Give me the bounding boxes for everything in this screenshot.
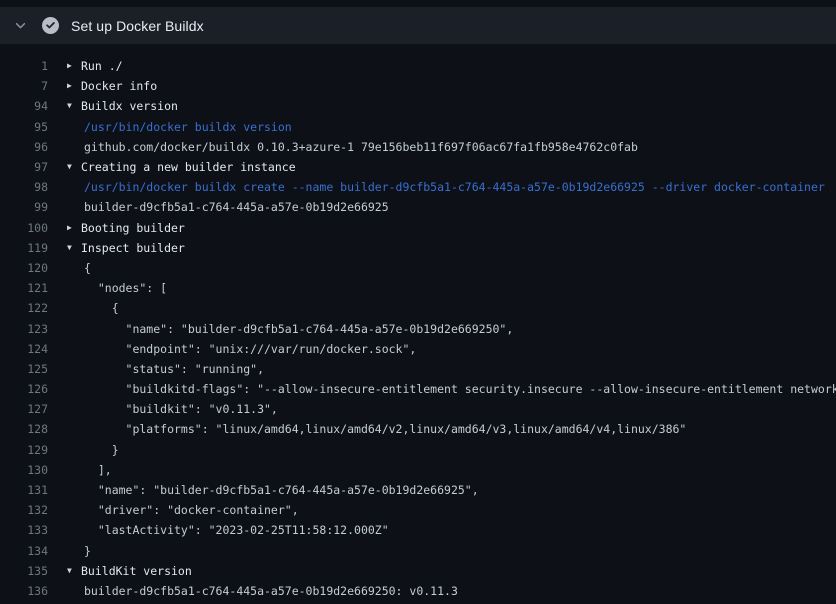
line-text: "status": "running",	[81, 362, 836, 376]
log-row: 122 {	[0, 298, 836, 318]
log-row: 136 builder-d9cfb5a1-c764-445a-a57e-0b19…	[0, 581, 836, 601]
line-text: "buildkit": "v0.11.3",	[81, 402, 836, 416]
line-text: {	[81, 261, 836, 275]
line-text: Buildx version	[81, 99, 836, 113]
line-number[interactable]: 130	[0, 463, 48, 477]
actions-log-viewer: Set up Docker Buildx 1 ▶ Run ./ 7 ▶ Dock…	[0, 0, 836, 604]
line-text: Run ./	[81, 59, 836, 73]
line-text: /usr/bin/docker buildx version	[81, 120, 836, 134]
log-row: 132 "driver": "docker-container",	[0, 500, 836, 520]
line-text: github.com/docker/buildx 0.10.3+azure-1 …	[81, 140, 836, 154]
line-text: "buildkitd-flags": "--allow-insecure-ent…	[81, 382, 836, 396]
line-number[interactable]: 7	[0, 79, 48, 93]
line-number[interactable]: 133	[0, 523, 48, 537]
line-text: BuildKit version	[81, 564, 836, 578]
log-row: 98 /usr/bin/docker buildx create --name …	[0, 177, 836, 197]
line-text: "platforms": "linux/amd64,linux/amd64/v2…	[81, 422, 836, 436]
log-row: 123 "name": "builder-d9cfb5a1-c764-445a-…	[0, 318, 836, 338]
line-number[interactable]: 98	[0, 180, 48, 194]
log-row: 134 }	[0, 541, 836, 561]
line-number[interactable]: 135	[0, 564, 48, 578]
line-text: }	[81, 544, 836, 558]
line-number[interactable]: 123	[0, 322, 48, 336]
log-row: 126 "buildkitd-flags": "--allow-insecure…	[0, 379, 836, 399]
line-text: "endpoint": "unix:///var/run/docker.sock…	[81, 342, 836, 356]
log-row[interactable]: 100 ▶ Booting builder	[0, 218, 836, 238]
log-row: 96 github.com/docker/buildx 0.10.3+azure…	[0, 137, 836, 157]
log-row: 133 "lastActivity": "2023-02-25T11:58:12…	[0, 520, 836, 540]
chevron-down-icon[interactable]	[14, 19, 27, 32]
line-number[interactable]: 1	[0, 59, 48, 73]
line-text: Creating a new builder instance	[81, 160, 836, 174]
log-row: 121 "nodes": [	[0, 278, 836, 298]
line-text: "nodes": [	[81, 281, 836, 295]
line-text: "driver": "docker-container",	[81, 503, 836, 517]
line-text: Booting builder	[81, 221, 836, 235]
step-title: Set up Docker Buildx	[71, 18, 204, 34]
log-container: 1 ▶ Run ./ 7 ▶ Docker info 94 ▼ Buildx v…	[0, 44, 836, 601]
line-text: builder-d9cfb5a1-c764-445a-a57e-0b19d2e6…	[81, 584, 836, 598]
line-number[interactable]: 97	[0, 160, 48, 174]
line-number[interactable]: 96	[0, 140, 48, 154]
caret-down-icon[interactable]: ▼	[48, 102, 81, 110]
line-text: /usr/bin/docker buildx create --name bui…	[81, 180, 836, 194]
caret-right-icon[interactable]: ▶	[48, 82, 81, 90]
line-number[interactable]: 124	[0, 342, 48, 356]
caret-right-icon[interactable]: ▶	[48, 224, 81, 232]
line-number[interactable]: 134	[0, 544, 48, 558]
caret-down-icon[interactable]: ▼	[48, 567, 81, 575]
line-number[interactable]: 122	[0, 301, 48, 315]
check-circle-icon	[42, 17, 59, 34]
line-number[interactable]: 100	[0, 221, 48, 235]
line-number[interactable]: 99	[0, 200, 48, 214]
line-text: }	[81, 443, 836, 457]
line-number[interactable]: 129	[0, 443, 48, 457]
line-number[interactable]: 132	[0, 503, 48, 517]
line-text: {	[81, 301, 836, 315]
line-number[interactable]: 136	[0, 584, 48, 598]
line-number[interactable]: 131	[0, 483, 48, 497]
log-row[interactable]: 119 ▼ Inspect builder	[0, 238, 836, 258]
log-row: 99 builder-d9cfb5a1-c764-445a-a57e-0b19d…	[0, 197, 836, 217]
log-row: 127 "buildkit": "v0.11.3",	[0, 399, 836, 419]
log-row: 131 "name": "builder-d9cfb5a1-c764-445a-…	[0, 480, 836, 500]
line-number[interactable]: 119	[0, 241, 48, 255]
log-row[interactable]: 97 ▼ Creating a new builder instance	[0, 157, 836, 177]
log-row: 125 "status": "running",	[0, 359, 836, 379]
line-number[interactable]: 121	[0, 281, 48, 295]
log-row: 124 "endpoint": "unix:///var/run/docker.…	[0, 339, 836, 359]
log-row: 129 }	[0, 440, 836, 460]
line-number[interactable]: 127	[0, 402, 48, 416]
caret-right-icon[interactable]: ▶	[48, 62, 81, 70]
caret-down-icon[interactable]: ▼	[48, 244, 81, 252]
line-text: "lastActivity": "2023-02-25T11:58:12.000…	[81, 523, 836, 537]
log-row[interactable]: 1 ▶ Run ./	[0, 56, 836, 76]
line-number[interactable]: 95	[0, 120, 48, 134]
log-row: 120 {	[0, 258, 836, 278]
line-text: ],	[81, 463, 836, 477]
line-text: Docker info	[81, 79, 836, 93]
line-number[interactable]: 126	[0, 382, 48, 396]
line-text: builder-d9cfb5a1-c764-445a-a57e-0b19d2e6…	[81, 200, 836, 214]
log-row[interactable]: 7 ▶ Docker info	[0, 76, 836, 96]
step-header[interactable]: Set up Docker Buildx	[0, 7, 836, 44]
line-number[interactable]: 120	[0, 261, 48, 275]
log-row[interactable]: 94 ▼ Buildx version	[0, 96, 836, 116]
line-number[interactable]: 125	[0, 362, 48, 376]
log-row: 130 ],	[0, 460, 836, 480]
log-row[interactable]: 135 ▼ BuildKit version	[0, 561, 836, 581]
caret-down-icon[interactable]: ▼	[48, 163, 81, 171]
log-row: 128 "platforms": "linux/amd64,linux/amd6…	[0, 419, 836, 439]
line-number[interactable]: 94	[0, 99, 48, 113]
line-text: "name": "builder-d9cfb5a1-c764-445a-a57e…	[81, 483, 836, 497]
line-number[interactable]: 128	[0, 422, 48, 436]
line-text: Inspect builder	[81, 241, 836, 255]
log-row: 95 /usr/bin/docker buildx version	[0, 117, 836, 137]
line-text: "name": "builder-d9cfb5a1-c764-445a-a57e…	[81, 322, 836, 336]
